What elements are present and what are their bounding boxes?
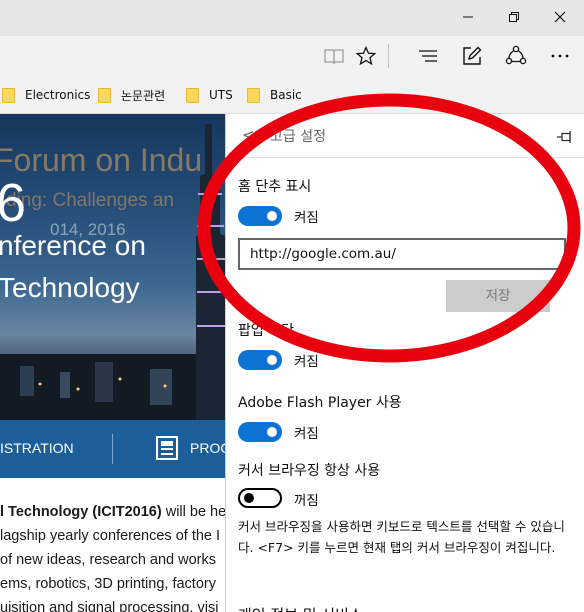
web-page-content: Forum on Indu ding: Challenges an 6 014,…: [0, 114, 226, 612]
popup-block-toggle-state: 켜짐: [294, 354, 319, 370]
folder-icon: [98, 87, 111, 103]
home-button-toggle[interactable]: [238, 206, 282, 226]
banner-line: nference on: [0, 230, 146, 261]
favorite-folder-papers[interactable]: 논문관련: [98, 86, 165, 104]
pin-icon[interactable]: [556, 130, 574, 144]
star-icon: [356, 46, 376, 66]
toggle-knob: [267, 355, 277, 365]
favorites-bar: Electronics 논문관련 UTS Basic: [0, 76, 584, 114]
folder-icon: [247, 87, 260, 103]
body-line: lagship yearly conferences of the I: [0, 528, 221, 544]
page-body-text: l Technology (ICIT2016) will be he lagsh…: [0, 500, 226, 612]
hub-icon: [419, 50, 437, 62]
close-icon: [554, 11, 566, 23]
save-button[interactable]: 저장: [446, 280, 550, 312]
browser-window: Electronics 논문관련 UTS Basic Forum on Indu…: [0, 0, 584, 612]
nav-registration-link[interactable]: ISTRATION: [0, 440, 74, 456]
restore-button[interactable]: [492, 0, 536, 34]
conference-banner: Forum on Indu ding: Challenges an 6 014,…: [0, 114, 226, 420]
nav-divider: [112, 434, 113, 464]
flash-toggle-state: 켜짐: [294, 426, 319, 442]
toggle-knob: [244, 493, 254, 503]
home-url-input[interactable]: http://google.com.au/: [238, 238, 566, 270]
web-note-button[interactable]: [452, 36, 492, 76]
more-button[interactable]: [540, 36, 580, 76]
body-line: ems, robotics, 3D printing, factory: [0, 576, 216, 592]
close-button[interactable]: [538, 0, 582, 34]
favorite-label: Basic: [270, 88, 302, 102]
body-line: uisition and signal processing, visi: [0, 600, 219, 612]
caret-browsing-toggle[interactable]: [238, 488, 282, 508]
home-button-toggle-state: 켜짐: [294, 210, 319, 226]
share-button[interactable]: [496, 36, 536, 76]
favorite-label: UTS: [209, 88, 233, 102]
banner-line: ding: Challenges an: [6, 190, 174, 211]
flash-setting-label: Adobe Flash Player 사용: [238, 395, 402, 411]
caret-browsing-description: 커서 브라우징을 사용하면 키보드로 텍스트를 선택할 수 있습니다. <F7>…: [238, 519, 565, 555]
favorite-label: 논문관련: [121, 88, 166, 103]
back-button[interactable]: <: [242, 126, 255, 144]
toggle-knob: [267, 211, 277, 221]
caret-browsing-setting-label: 커서 브라우징 항상 사용: [238, 463, 381, 479]
minimize-icon: [463, 16, 473, 18]
toolbar-separator: [388, 44, 389, 68]
caret-browsing-toggle-state: 꺼짐: [294, 493, 319, 509]
site-nav-bar: ISTRATION PROG: [0, 420, 226, 478]
favorite-folder-basic[interactable]: Basic: [247, 86, 302, 104]
favorite-folder-electronics[interactable]: Electronics: [2, 86, 90, 104]
favorite-label: Electronics: [25, 88, 91, 102]
banner-line: 6: [0, 173, 27, 233]
panel-header: < 고급 설정: [226, 114, 584, 158]
more-icon: [551, 54, 569, 58]
popup-block-setting-label: 팝업 차단: [238, 323, 294, 339]
book-icon: [324, 49, 344, 65]
panel-title: 고급 설정: [270, 129, 326, 145]
minimize-button[interactable]: [446, 0, 490, 34]
body-line: of new ideas, research and works: [0, 552, 216, 568]
flash-toggle[interactable]: [238, 422, 282, 442]
document-icon: [156, 436, 178, 460]
restore-icon: [509, 12, 519, 22]
home-button-setting-label: 홈 단추 표시: [238, 179, 312, 195]
folder-icon: [186, 87, 199, 103]
favorite-folder-uts[interactable]: UTS: [186, 86, 233, 104]
web-note-icon: [463, 46, 482, 65]
body-line: l Technology (ICIT2016) will be he: [0, 504, 226, 520]
share-icon: [505, 45, 527, 65]
toggle-knob: [267, 427, 277, 437]
privacy-section-heading: 개인 정보 및 서비스: [238, 604, 363, 612]
advanced-settings-panel: < 고급 설정 홈 단추 표시 켜짐 http://google.com.au/…: [225, 114, 584, 612]
browser-toolbar: [0, 36, 584, 76]
nav-program-link[interactable]: PROG: [190, 440, 226, 456]
hub-button[interactable]: [408, 36, 448, 76]
popup-block-toggle[interactable]: [238, 350, 282, 370]
banner-line: Technology: [0, 272, 140, 303]
banner-line: Forum on Indu: [0, 142, 203, 178]
folder-icon: [2, 87, 15, 103]
favorite-button[interactable]: [346, 36, 386, 76]
title-bar: [0, 0, 584, 36]
